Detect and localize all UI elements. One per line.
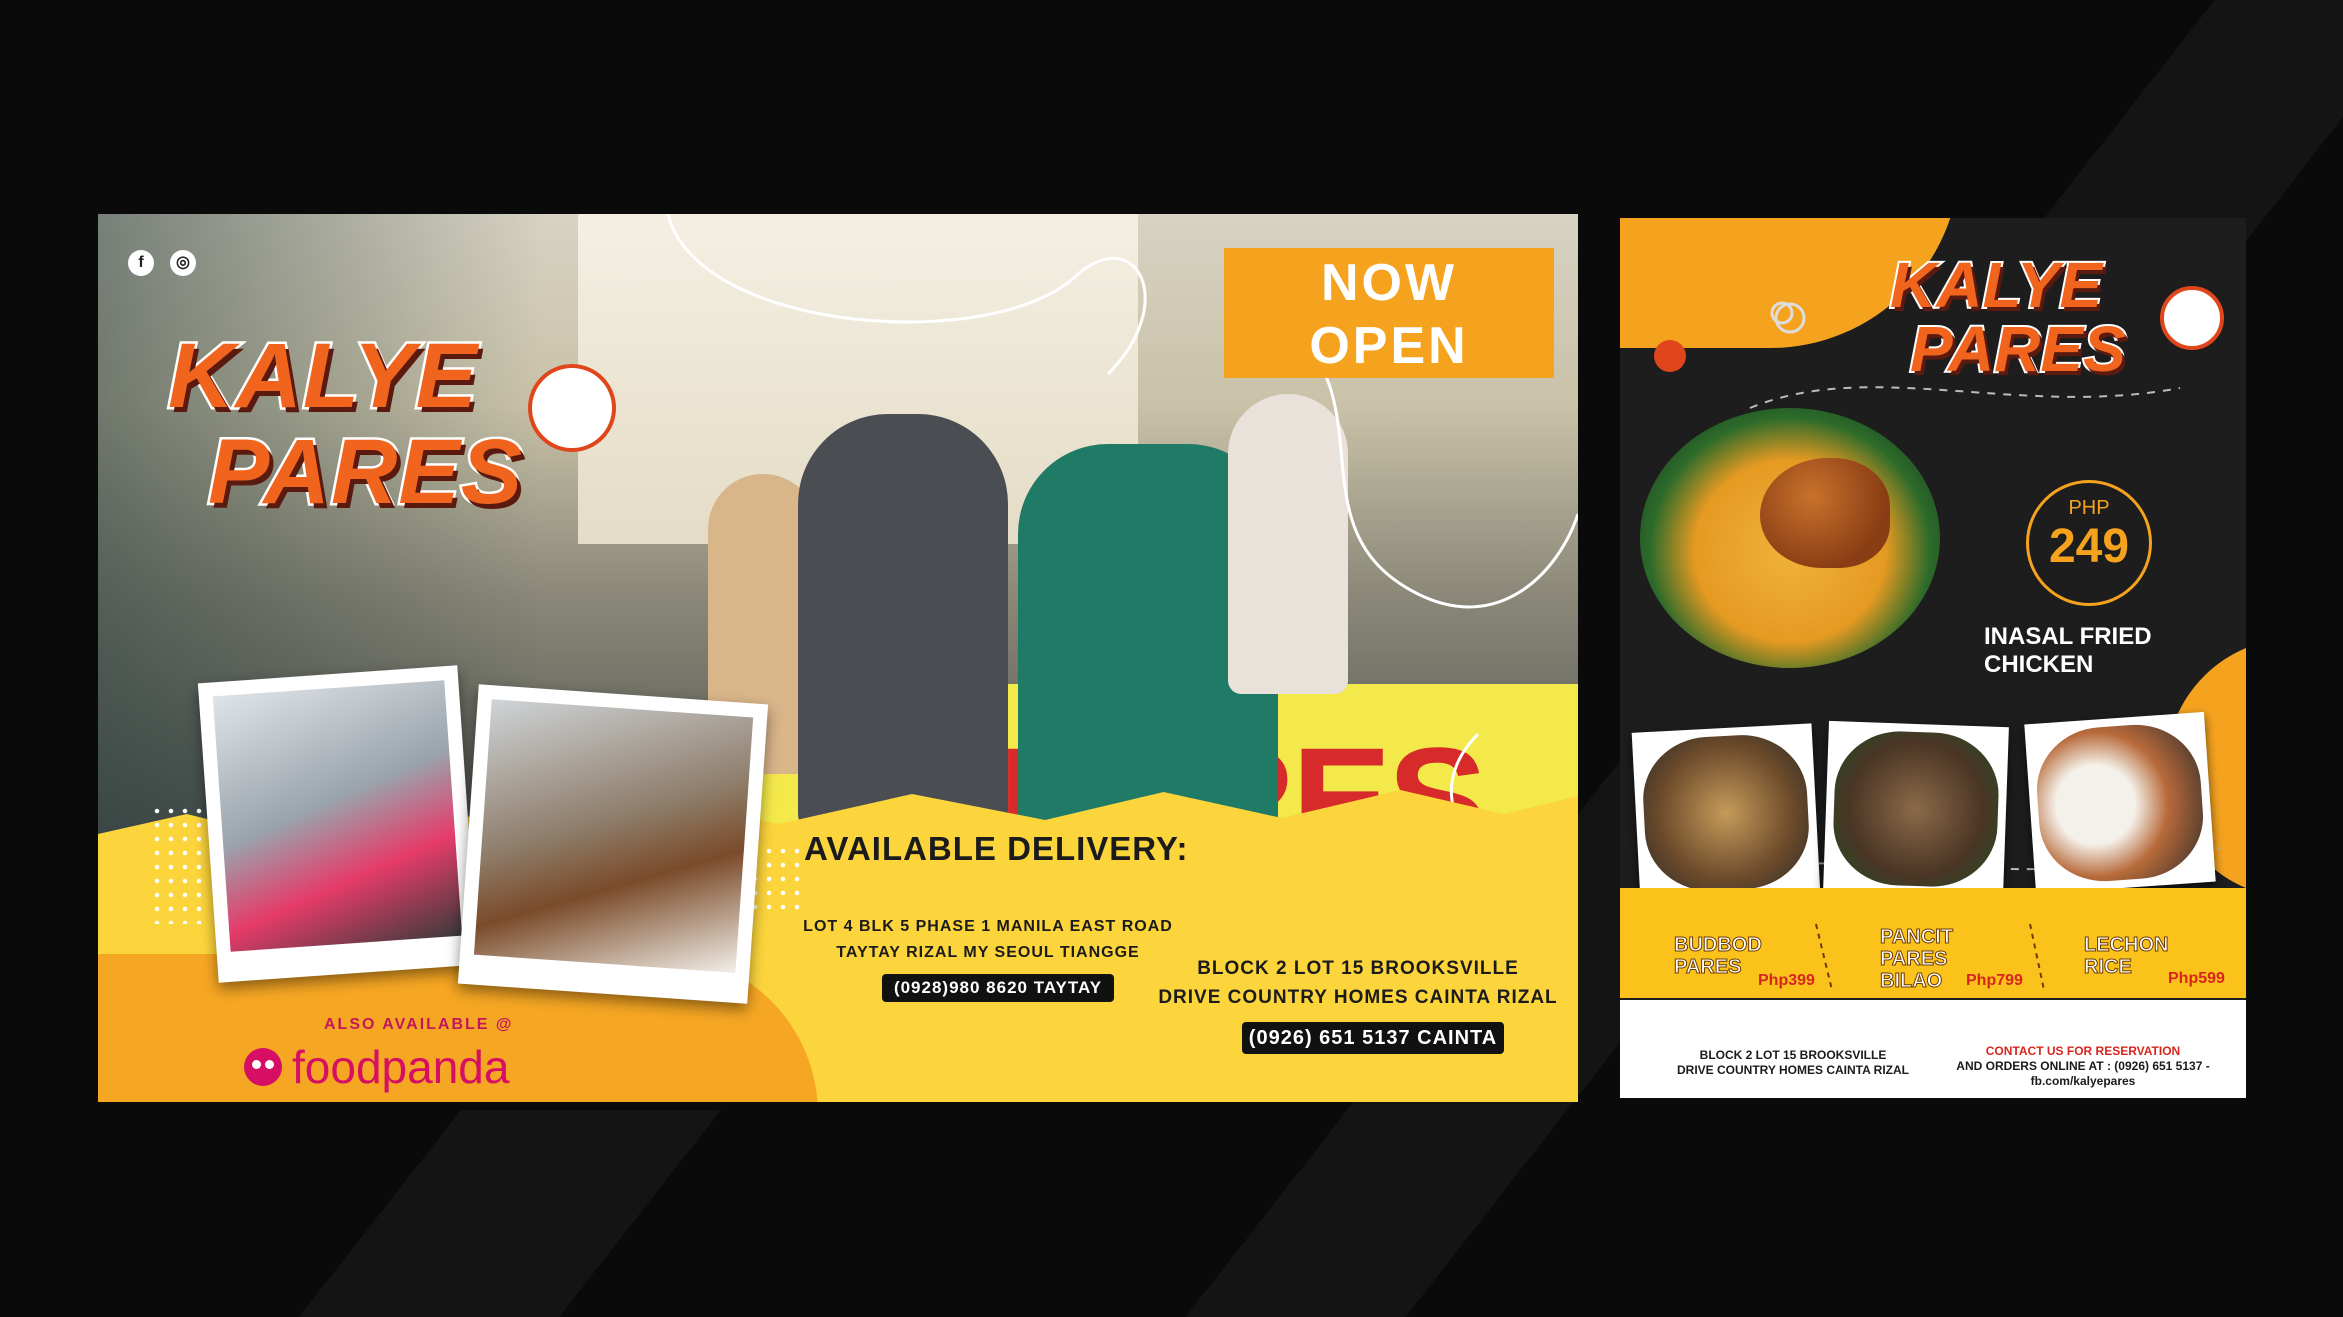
instagram-icon[interactable]: ◎: [170, 250, 196, 276]
cainta-address: BLOCK 2 LOT 15 BROOKSVILLE DRIVE COUNTRY…: [1158, 954, 1558, 1012]
now-open-banner: PARES f ◎ KALYE PARES NOW OPEN AVAILABLE…: [98, 214, 1578, 1102]
contact-line1: AND ORDERS ONLINE AT : (0926) 651 5137 -: [1956, 1059, 2210, 1073]
also-available-label: ALSO AVAILABLE @: [324, 1016, 514, 1033]
now-open-badge: NOW OPEN: [1224, 248, 1554, 378]
poster-address-line2: DRIVE COUNTRY HOMES CAINTA RIZAL: [1676, 1063, 1909, 1077]
now-open-line2: OPEN: [1309, 317, 1469, 375]
background-stripe: [299, 1110, 721, 1317]
taytay-address-line1: LOT 4 BLK 5 PHASE 1 MANILA EAST ROAD: [803, 918, 1173, 935]
store-photo: [212, 680, 463, 952]
customers-photo: [473, 699, 754, 973]
store-polaroid-1: [197, 665, 479, 983]
store-polaroid-2: [457, 684, 769, 1004]
panda-icon: [244, 1048, 282, 1086]
facebook-icon[interactable]: f: [128, 250, 154, 276]
taytay-address: LOT 4 BLK 5 PHASE 1 MANILA EAST ROAD TAY…: [798, 914, 1178, 966]
noodle-bowl-icon: [528, 364, 616, 452]
dot-pattern: [150, 804, 206, 924]
now-open-line1: NOW: [1320, 254, 1458, 312]
foodpanda-wordmark: foodpanda: [292, 1041, 510, 1093]
poster-contact: CONTACT US FOR RESERVATION AND ORDERS ON…: [1938, 1044, 2228, 1089]
cainta-address-line1: BLOCK 2 LOT 15 BROOKSVILLE: [1197, 958, 1519, 979]
taytay-address-line2: TAYTAY RIZAL MY SEOUL TIANGGE: [836, 944, 1140, 961]
menu-dividers: [1815, 923, 2045, 991]
contact-title: CONTACT US FOR RESERVATION: [1985, 1044, 2181, 1058]
available-delivery-title: AVAILABLE DELIVERY:: [804, 830, 1189, 867]
cainta-phone[interactable]: (0926) 651 5137 CAINTA: [1242, 1022, 1504, 1054]
foodpanda-link[interactable]: foodpanda: [244, 1040, 509, 1094]
contact-line2[interactable]: fb.com/kalyepares: [1938, 1074, 2228, 1089]
kalye-pares-logo: KALYE PARES: [166, 323, 648, 574]
cainta-address-line2: DRIVE COUNTRY HOMES CAINTA RIZAL: [1158, 987, 1558, 1008]
menu-poster: KALYE PARES PHP 249 INASAL FRIED CHICKEN…: [1620, 218, 2246, 1098]
logo-text-line2: PARES: [205, 419, 524, 526]
poster-address-line1: BLOCK 2 LOT 15 BROOKSVILLE: [1699, 1048, 1887, 1062]
taytay-phone[interactable]: (0928)980 8620 TAYTAY: [882, 974, 1114, 1002]
poster-address: BLOCK 2 LOT 15 BROOKSVILLE DRIVE COUNTRY…: [1648, 1048, 1938, 1078]
logo-text-line1: KALYE: [166, 323, 480, 430]
